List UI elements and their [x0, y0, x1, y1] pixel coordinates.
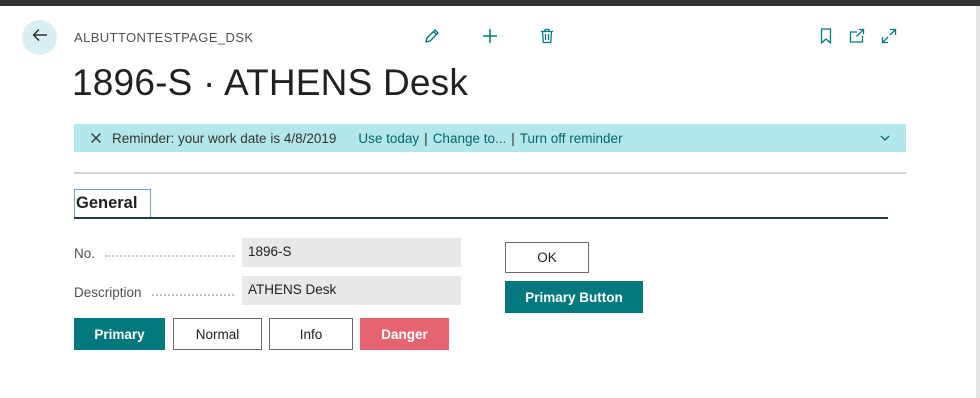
normal-button[interactable]: Normal [173, 318, 262, 350]
dot-leader [151, 288, 234, 296]
window-edge [976, 6, 980, 398]
link-separator: | [511, 130, 515, 146]
back-button[interactable] [22, 20, 57, 55]
description-field[interactable]: ATHENS Desk [242, 276, 461, 305]
window-top-bar [0, 0, 980, 6]
open-new-window-button[interactable] [846, 27, 868, 49]
change-to-link[interactable]: Change to... [433, 131, 507, 146]
plus-icon [481, 27, 499, 50]
arrow-left-icon [31, 26, 49, 49]
edit-button[interactable] [421, 27, 443, 49]
new-button[interactable] [479, 27, 501, 49]
field-label-text: Description [74, 284, 142, 300]
expand-button[interactable] [878, 27, 900, 49]
field-label-description: Description [74, 282, 242, 302]
page-title: 1896-S · ATHENS Desk [72, 62, 469, 103]
close-icon [91, 133, 101, 143]
ok-button[interactable]: OK [505, 242, 589, 273]
danger-button[interactable]: Danger [360, 318, 449, 350]
turn-off-reminder-link[interactable]: Turn off reminder [520, 131, 623, 146]
open-in-new-window-icon [848, 27, 866, 50]
bookmark-button[interactable] [815, 27, 837, 49]
bookmark-icon [818, 27, 834, 50]
expand-icon [880, 27, 898, 50]
trash-icon [538, 27, 556, 50]
field-label-no: No. [74, 243, 242, 263]
pencil-icon [423, 27, 441, 50]
link-separator: | [424, 130, 428, 146]
field-label-text: No. [74, 245, 96, 261]
work-date-reminder-bar: Reminder: your work date is 4/8/2019 Use… [74, 124, 906, 152]
reminder-message: Reminder: your work date is 4/8/2019 [112, 130, 337, 146]
info-button[interactable]: Info [269, 318, 353, 350]
no-field[interactable]: 1896-S [242, 238, 461, 267]
delete-button[interactable] [536, 27, 558, 49]
primary-button-large[interactable]: Primary Button [505, 281, 643, 313]
group-underline [74, 217, 888, 219]
dot-leader [105, 249, 234, 257]
chevron-down-icon[interactable] [878, 131, 892, 145]
close-reminder-button[interactable] [89, 131, 103, 145]
general-group-header[interactable]: General [74, 189, 151, 218]
page-caption: ALBUTTONTESTPAGE_DSK [74, 30, 254, 45]
section-divider [74, 172, 906, 174]
use-today-link[interactable]: Use today [358, 131, 419, 146]
primary-button[interactable]: Primary [74, 318, 165, 350]
